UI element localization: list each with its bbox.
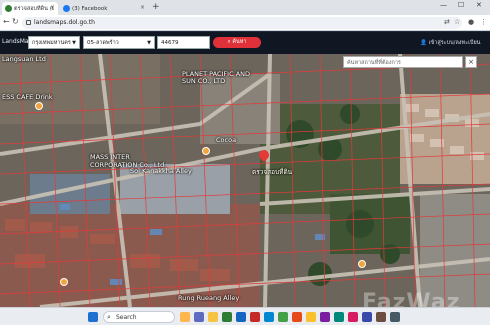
- parcel-number-input[interactable]: 44679: [157, 36, 210, 49]
- app-header: LandsMaps กรุงเทพมหานคร ▼ 05-ลาดพร้าว ▼ …: [0, 32, 490, 54]
- map-label-langsuan: Langsuan Ltd: [2, 55, 46, 63]
- app-icon[interactable]: [320, 312, 330, 322]
- map-label-cafe: ESS CAFE Drink: [2, 93, 53, 101]
- landsmaps-favicon-icon: [5, 5, 12, 12]
- close-window-icon[interactable]: ✕: [476, 1, 482, 9]
- search-icon: ⌕: [107, 313, 111, 321]
- new-tab-icon[interactable]: +: [152, 2, 160, 12]
- district-select[interactable]: 05-ลาดพร้าว ▼: [83, 36, 155, 49]
- taskbar-search-label: Search: [116, 314, 137, 321]
- map-label-kanakkha: Soi Kanakkha Alley: [130, 167, 192, 175]
- app-icon[interactable]: [278, 312, 288, 322]
- facebook-favicon-icon: [63, 5, 70, 12]
- tab-label: (3) Facebook: [72, 5, 108, 12]
- tab-label: ตรวจสอบที่ดิน (LandsMa…: [14, 5, 54, 12]
- reload-icon[interactable]: ↻: [12, 17, 19, 26]
- windows-start-icon[interactable]: [88, 312, 98, 322]
- parcel-number-value: 44679: [161, 40, 179, 46]
- watermark-logo: FazWaz: [362, 290, 461, 307]
- app-icon[interactable]: [250, 312, 260, 322]
- app-icon[interactable]: [362, 312, 372, 322]
- map-label-cocoa: Cocoa: [216, 136, 237, 144]
- back-icon[interactable]: ←: [3, 17, 10, 26]
- maximize-icon[interactable]: ☐: [458, 1, 464, 9]
- cafe-poi-icon[interactable]: [35, 102, 43, 110]
- search-button[interactable]: ⌕ ค้นหา: [213, 37, 261, 48]
- app-icon[interactable]: [292, 312, 302, 322]
- close-icon[interactable]: ×: [465, 56, 477, 68]
- user-icon: 👤: [420, 40, 427, 46]
- poi-icon[interactable]: [358, 260, 366, 268]
- browser-tab-bar: ตรวจสอบที่ดิน (LandsMa… × (3) Facebook ×…: [0, 0, 490, 15]
- bookmark-star-icon[interactable]: ☆: [454, 18, 460, 26]
- file-explorer-icon[interactable]: [208, 312, 218, 322]
- url-text: landsmaps.dol.go.th: [34, 19, 95, 26]
- poi-icon[interactable]: [60, 278, 68, 286]
- satellite-map[interactable]: ค้นหาสถานที่ที่ต้องการ × Langsuan Ltd ES…: [0, 54, 490, 307]
- province-select[interactable]: กรุงเทพมหานคร ▼: [28, 36, 80, 49]
- minimize-icon[interactable]: —: [440, 1, 447, 9]
- province-value: กรุงเทพมหานคร: [32, 40, 71, 46]
- edge-browser-icon[interactable]: [222, 312, 232, 322]
- widgets-icon[interactable]: [180, 312, 190, 322]
- mail-icon[interactable]: [264, 312, 274, 322]
- map-search-input[interactable]: ค้นหาสถานที่ที่ต้องการ: [343, 56, 463, 68]
- district-value: 05-ลาดพร้าว: [87, 40, 119, 46]
- taskbar-search[interactable]: ⌕ Search: [103, 311, 175, 323]
- login-link[interactable]: 👤 เข้าสู่ระบบ/ลงทะเบียน: [420, 39, 480, 47]
- map-label-planet: PLANET PACIFIC AND SUN CO., LTD: [182, 70, 251, 85]
- map-label-rung-rueang: Rung Rueang Alley: [178, 294, 240, 302]
- site-info-icon[interactable]: [26, 20, 31, 25]
- windows-taskbar: ⌕ Search: [0, 307, 490, 325]
- profile-icon[interactable]: ●: [468, 18, 474, 26]
- map-imagery: [0, 54, 490, 307]
- chevron-down-icon: ▼: [147, 40, 151, 46]
- task-view-icon[interactable]: [194, 312, 204, 322]
- url-field[interactable]: landsmaps.dol.go.th: [22, 17, 462, 29]
- map-label-parcel: ตรวจสอบที่ดิน: [252, 168, 293, 176]
- app-icon[interactable]: [334, 312, 344, 322]
- close-tab-icon[interactable]: ×: [140, 4, 145, 11]
- chrome-icon[interactable]: [306, 312, 316, 322]
- chevron-down-icon: ▼: [72, 40, 76, 46]
- poi-icon[interactable]: [202, 147, 210, 155]
- login-label: เข้าสู่ระบบ/ลงทะเบียน: [428, 40, 481, 46]
- map-search-placeholder: ค้นหาสถานที่ที่ต้องการ: [347, 60, 401, 66]
- tab-facebook[interactable]: (3) Facebook ×: [60, 2, 148, 15]
- menu-dots-icon[interactable]: ⋮: [480, 18, 487, 26]
- app-icon[interactable]: [376, 312, 386, 322]
- close-tab-icon[interactable]: ×: [50, 4, 55, 11]
- translate-icon[interactable]: ⇄: [444, 18, 450, 26]
- store-icon[interactable]: [236, 312, 246, 322]
- address-bar-row: ← ↻ landsmaps.dol.go.th ⇄ ☆ ● ⋮: [0, 15, 490, 31]
- tab-landsmaps[interactable]: ตรวจสอบที่ดิน (LandsMa… ×: [2, 2, 58, 15]
- app-icon[interactable]: [348, 312, 358, 322]
- search-button-label: ค้นหา: [232, 39, 247, 45]
- app-icon[interactable]: [390, 312, 400, 322]
